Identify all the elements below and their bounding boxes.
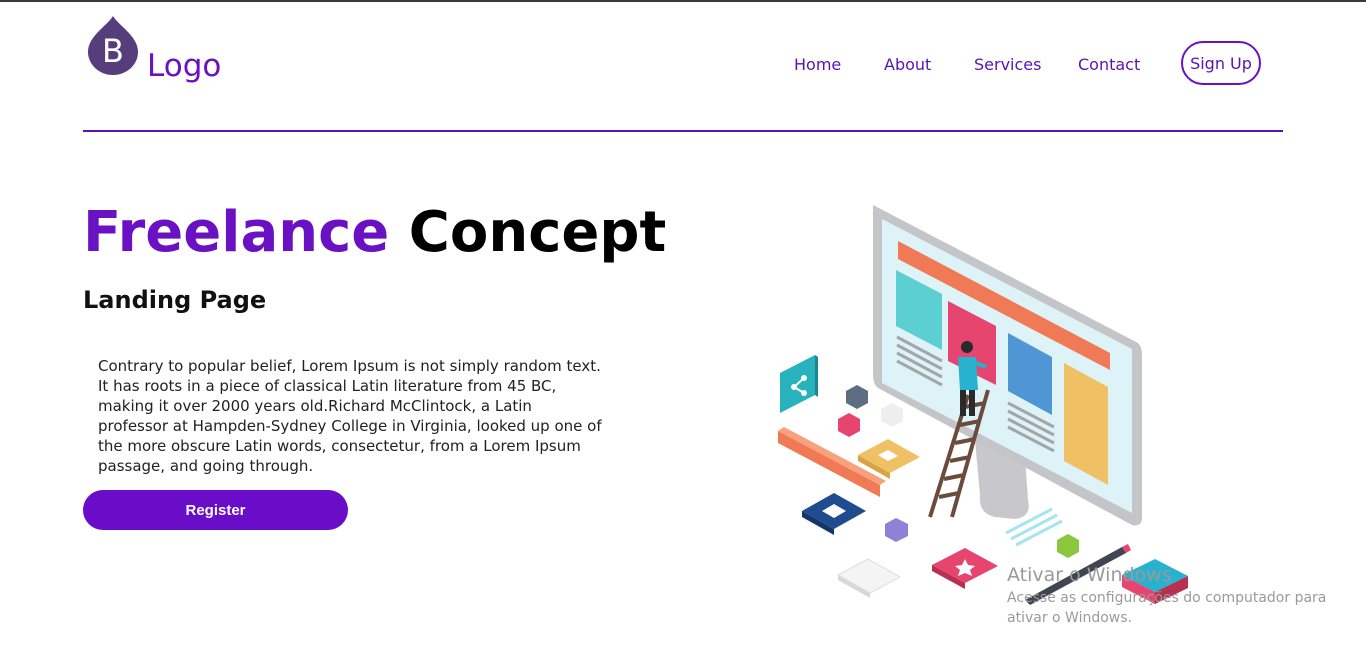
logo-letter: B — [102, 32, 124, 70]
chat-icon — [802, 493, 866, 535]
hero-title: Freelance Concept — [83, 198, 666, 268]
hero-title-main: Concept — [408, 200, 667, 265]
share-icon — [780, 355, 818, 413]
logo-text[interactable]: Logo — [147, 46, 221, 86]
window-top-border — [0, 0, 1366, 2]
freelance-illustration — [778, 205, 1188, 605]
hero-title-accent: Freelance — [83, 200, 390, 265]
nav-services-link[interactable]: Services — [974, 54, 1041, 76]
header-divider — [83, 130, 1283, 132]
book-icon — [1122, 559, 1188, 604]
hero-paragraph: Contrary to popular belief, Lorem Ipsum … — [98, 357, 602, 475]
blank-tile-icon — [836, 558, 902, 598]
hero-subtitle: Landing Page — [83, 286, 267, 314]
pen-icon — [1025, 544, 1131, 605]
register-button[interactable]: Register — [83, 490, 348, 530]
bootstrap-logo-icon[interactable]: B — [86, 14, 140, 76]
star-icon — [932, 548, 998, 589]
nav-home-link[interactable]: Home — [794, 54, 841, 76]
nav-contact-link[interactable]: Contact — [1078, 54, 1140, 76]
sign-up-button[interactable]: Sign Up — [1181, 41, 1261, 85]
nav-about-link[interactable]: About — [884, 54, 931, 76]
